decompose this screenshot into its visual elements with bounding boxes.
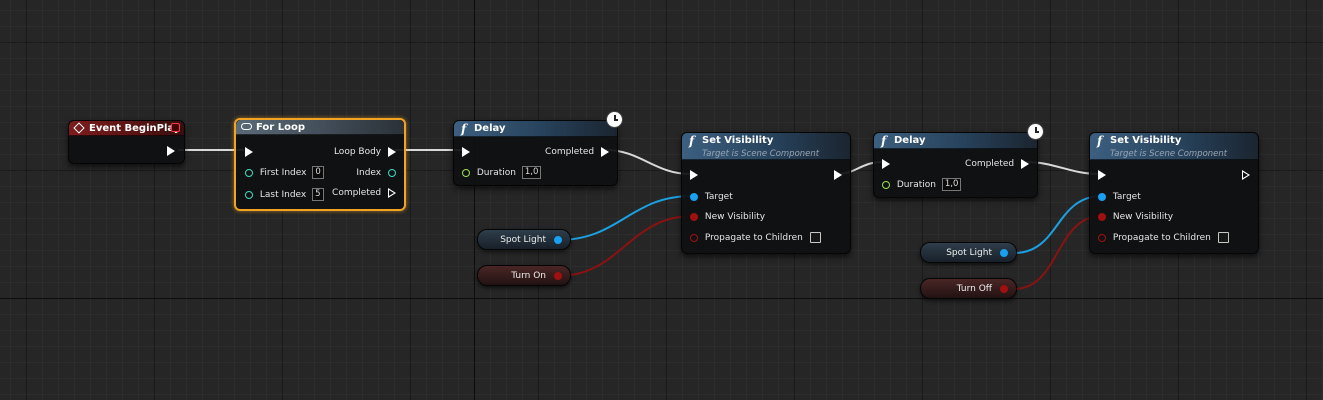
last-index-value-field[interactable]: 5 — [312, 188, 324, 201]
event-beginplay-title: Event BeginPlay — [89, 123, 181, 134]
function-f-icon: f — [881, 134, 887, 148]
set-visibility-2-new-visibility-pin[interactable]: New Visibility — [1098, 210, 1173, 224]
set-visibility-2-target-pin[interactable]: Target — [1098, 190, 1141, 204]
exec-wire-delay1-setvis1 — [605, 149, 691, 175]
delay-1-exec-in-pin[interactable] — [462, 145, 470, 159]
turn-on-out-pin[interactable] — [554, 272, 562, 280]
for-loop-loop-body-pin[interactable]: Loop Body — [334, 145, 396, 159]
turn-off-variable[interactable]: Turn Off — [920, 278, 1017, 299]
delay-2-title: Delay — [894, 135, 926, 146]
loop-macro-icon — [241, 123, 252, 130]
delay-1-duration-field[interactable]: 1,0 — [521, 166, 542, 179]
for-loop-last-index-pin[interactable]: Last Index 5 — [245, 188, 324, 202]
set-visibility-2-new-visibility-label: New Visibility — [1112, 212, 1174, 222]
set-visibility-2-header: f Set Visibility Target is Scene Compone… — [1090, 133, 1258, 160]
delay-1-duration-pin[interactable]: Duration 1,0 — [462, 166, 542, 180]
delay-1-header: f Delay — [454, 121, 617, 137]
delay-1-duration-label: Duration — [476, 168, 516, 178]
delay-1-title: Delay — [474, 123, 506, 134]
for-loop-index-pin[interactable]: Index — [356, 166, 396, 180]
set-visibility-1-target-label: Target — [704, 192, 733, 202]
diamond-event-icon — [73, 122, 85, 134]
first-index-label: First Index — [259, 168, 307, 178]
set-visibility-1-new-visibility-pin[interactable]: New Visibility — [690, 210, 765, 224]
set-visibility-1-target-pin[interactable]: Target — [690, 190, 733, 204]
set-visibility-1-propagate-pin[interactable]: Propagate to Children — [690, 231, 821, 245]
for-loop-title: For Loop — [256, 122, 305, 133]
delay-2-exec-in-pin[interactable] — [882, 157, 890, 171]
completed-label: Completed — [332, 188, 382, 198]
for-loop-header: For Loop — [236, 120, 404, 135]
set-visibility-2-title: Set Visibility — [1110, 135, 1182, 146]
set-visibility-node-2[interactable]: f Set Visibility Target is Scene Compone… — [1089, 132, 1259, 254]
delay-1-completed-pin[interactable]: Completed — [545, 145, 609, 159]
event-beginplay-header: Event BeginPlay — [69, 121, 184, 136]
spot-light-variable-1[interactable]: Spot Light — [477, 229, 571, 250]
spot-light-variable-2[interactable]: Spot Light — [920, 242, 1017, 263]
turn-off-out-pin[interactable] — [1000, 285, 1008, 293]
propagate-checkbox[interactable] — [1217, 232, 1229, 243]
turn-on-variable[interactable]: Turn On — [477, 265, 571, 286]
delay-1-completed-label: Completed — [545, 147, 595, 157]
set-visibility-2-target-label: Target — [1112, 192, 1141, 202]
last-index-label: Last Index — [259, 190, 307, 200]
set-visibility-2-exec-in-pin[interactable] — [1098, 168, 1106, 182]
turn-off-label: Turn Off — [956, 284, 992, 294]
spot-light-2-out-pin[interactable] — [1000, 249, 1008, 257]
set-visibility-1-title: Set Visibility — [702, 135, 774, 146]
set-visibility-node-1[interactable]: f Set Visibility Target is Scene Compone… — [681, 132, 851, 254]
for-loop-node[interactable]: For Loop Loop Body First Index 0 Index L… — [234, 118, 406, 211]
set-visibility-1-exec-in-pin[interactable] — [690, 168, 698, 182]
delay-2-duration-field[interactable]: 1,0 — [941, 178, 962, 191]
for-loop-exec-in-pin[interactable] — [245, 145, 253, 159]
for-loop-first-index-pin[interactable]: First Index 0 — [245, 166, 324, 180]
set-visibility-1-propagate-label: Propagate to Children — [704, 233, 803, 243]
spot-light-2-label: Spot Light — [946, 248, 992, 258]
set-visibility-1-exec-out-pin[interactable] — [834, 168, 842, 182]
bool-wire-turnon-visibility — [557, 215, 693, 277]
set-visibility-2-subtitle: Target is Scene Component — [1110, 149, 1228, 159]
function-f-icon: f — [461, 122, 467, 136]
loop-body-label: Loop Body — [333, 147, 382, 157]
propagate-checkbox[interactable] — [809, 232, 821, 243]
delay-node-2[interactable]: f Delay Completed Duration 1,0 — [873, 132, 1038, 198]
event-beginplay-exec-out-pin[interactable] — [167, 144, 175, 158]
delay-2-duration-pin[interactable]: Duration 1,0 — [882, 178, 962, 192]
first-index-value-field[interactable]: 0 — [312, 166, 324, 179]
set-visibility-2-propagate-label: Propagate to Children — [1112, 233, 1211, 243]
set-visibility-2-exec-out-pin[interactable] — [1242, 168, 1250, 182]
for-loop-completed-pin[interactable]: Completed — [332, 186, 396, 200]
clock-icon — [1027, 123, 1044, 140]
delay-2-duration-label: Duration — [896, 180, 936, 190]
set-visibility-2-propagate-pin[interactable]: Propagate to Children — [1098, 231, 1229, 245]
delay-2-completed-label: Completed — [965, 159, 1015, 169]
delay-2-completed-pin[interactable]: Completed — [965, 157, 1029, 171]
spot-light-1-label: Spot Light — [500, 235, 546, 245]
event-beginplay-node[interactable]: Event BeginPlay — [68, 120, 185, 164]
delay-2-header: f Delay — [874, 133, 1037, 149]
set-visibility-1-header: f Set Visibility Target is Scene Compone… — [682, 133, 850, 160]
turn-on-label: Turn On — [511, 271, 546, 281]
clock-icon — [606, 111, 623, 128]
set-visibility-1-new-visibility-label: New Visibility — [704, 212, 766, 222]
delegate-square-icon[interactable] — [171, 123, 180, 132]
delay-node-1[interactable]: f Delay Completed Duration 1,0 — [453, 120, 618, 186]
function-f-icon: f — [689, 134, 695, 148]
spot-light-1-out-pin[interactable] — [554, 236, 562, 244]
function-f-icon: f — [1097, 134, 1103, 148]
set-visibility-1-subtitle: Target is Scene Component — [702, 149, 820, 159]
index-label: Index — [356, 168, 382, 178]
